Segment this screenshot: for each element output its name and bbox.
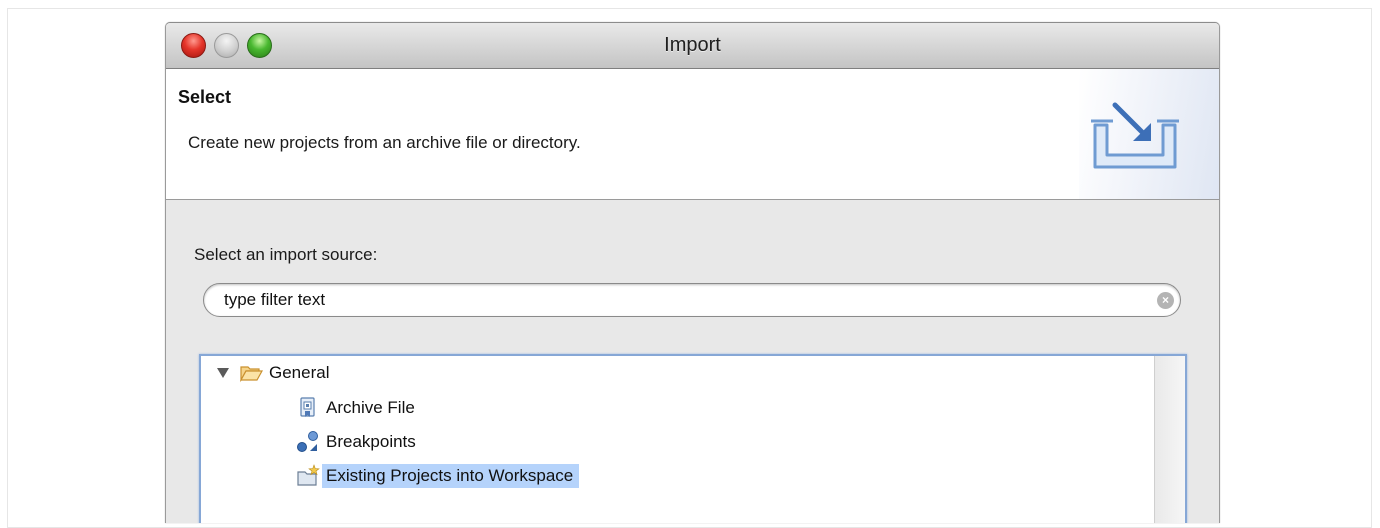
import-dialog: Import Select Create new projects from a… bbox=[165, 22, 1220, 523]
banner-graphic bbox=[1079, 69, 1219, 199]
wizard-banner: Select Create new projects from an archi… bbox=[166, 69, 1219, 200]
breakpoints-icon bbox=[297, 431, 318, 452]
folder-open-icon bbox=[239, 366, 263, 383]
tree-item-label: Existing Projects into Workspace bbox=[322, 464, 580, 488]
import-source-tree[interactable]: General Archive File Breakpoints Existin… bbox=[199, 354, 1187, 523]
tree-item-existing-projects[interactable]: Existing Projects into Workspace bbox=[296, 462, 580, 490]
window-title: Import bbox=[664, 34, 721, 56]
clear-filter-icon[interactable]: × bbox=[1157, 292, 1174, 309]
import-source-label: Select an import source: bbox=[194, 245, 378, 264]
expand-triangle-icon[interactable] bbox=[217, 368, 229, 378]
filter-input[interactable] bbox=[224, 289, 1124, 311]
import-wizard-icon bbox=[1091, 102, 1179, 169]
banner-title: Select bbox=[178, 87, 232, 107]
filter-field[interactable]: × bbox=[203, 283, 1181, 317]
archive-file-icon bbox=[300, 397, 315, 417]
tree-item-breakpoints[interactable]: Breakpoints bbox=[296, 428, 416, 456]
tree-item-label: General bbox=[269, 363, 330, 382]
tree-item-general[interactable]: General bbox=[217, 359, 329, 387]
tree-item-archive-file[interactable]: Archive File bbox=[296, 394, 415, 422]
existing-projects-icon bbox=[297, 464, 320, 486]
tree-scrollbar[interactable] bbox=[1154, 356, 1185, 523]
tree-item-label: Archive File bbox=[326, 398, 415, 417]
banner-description: Create new projects from an archive file… bbox=[188, 133, 581, 152]
tree-item-label: Breakpoints bbox=[326, 432, 416, 451]
title-bar[interactable]: Import bbox=[166, 23, 1219, 69]
